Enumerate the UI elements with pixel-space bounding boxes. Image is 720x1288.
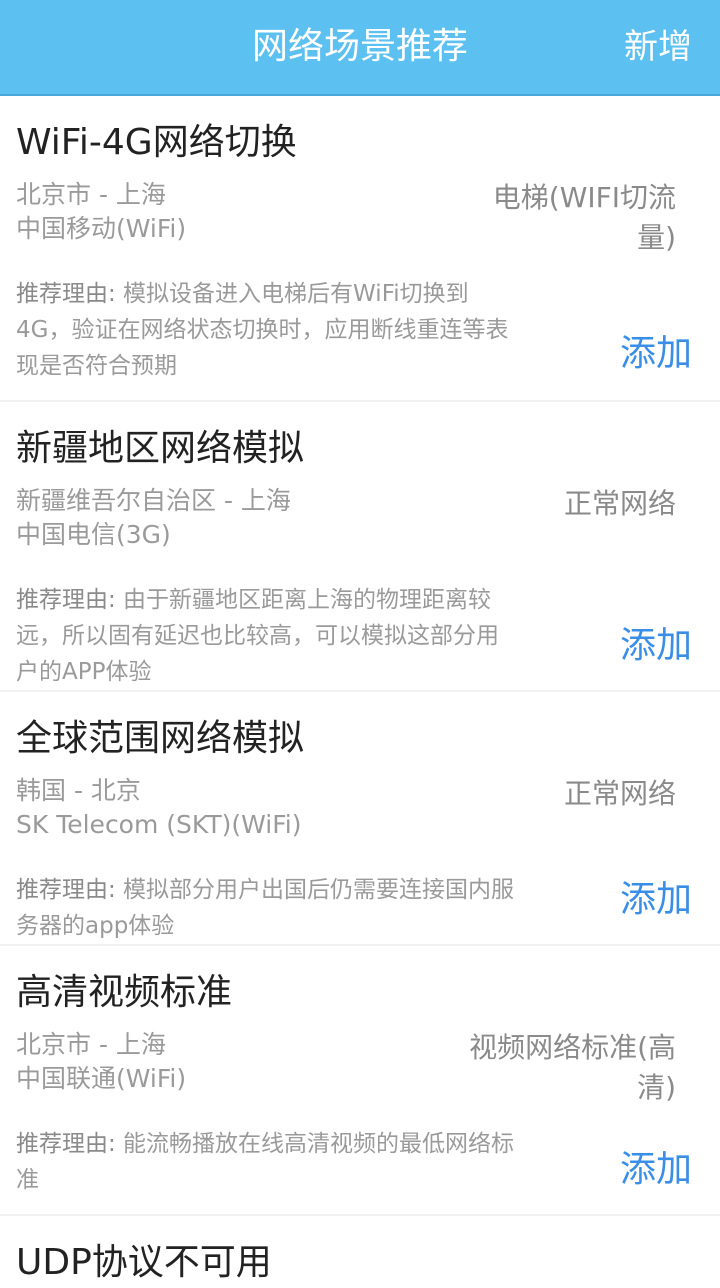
scenario-route: 韩国 - 北京 bbox=[16, 776, 141, 805]
scenario-carrier: 中国移动(WiFi) bbox=[16, 214, 187, 243]
reason-label: 推荐理由: bbox=[16, 281, 116, 307]
scenario-item: 高清视频标准 北京市 - 上海 中国联通(WiFi) 视频网络标准(高清) 推荐… bbox=[0, 946, 720, 1216]
scenario-reason: 推荐理由: 模拟部分用户出国后仍需要连接国内服务器的app体验 bbox=[16, 872, 516, 944]
scenario-carrier: 中国电信(3G) bbox=[16, 520, 171, 549]
add-button[interactable]: 添加 bbox=[620, 330, 692, 378]
scenario-reason: 推荐理由: 由于新疆地区距离上海的物理距离较远，所以固有延迟也比较高，可以模拟这… bbox=[16, 582, 516, 690]
scenario-title: WiFi-4G网络切换 bbox=[16, 122, 297, 163]
scenario-title: 全球范围网络模拟 bbox=[16, 718, 305, 759]
scenario-route: 北京市 - 上海 bbox=[16, 1030, 166, 1059]
scenario-item: 全球范围网络模拟 韩国 - 北京 SK Telecom (SKT)(WiFi) … bbox=[0, 692, 720, 946]
reason-label: 推荐理由: bbox=[16, 877, 116, 903]
add-button[interactable]: 添加 bbox=[620, 622, 692, 670]
scenario-route: 北京市 - 上海 bbox=[16, 180, 166, 209]
scenario-item: 新疆地区网络模拟 新疆维吾尔自治区 - 上海 中国电信(3G) 正常网络 推荐理… bbox=[0, 402, 720, 692]
scenario-title: UDP协议不可用 bbox=[16, 1242, 272, 1283]
scenario-network-type: 电梯(WIFI切流量) bbox=[492, 181, 676, 254]
scenario-route: 新疆维吾尔自治区 - 上海 bbox=[16, 486, 291, 515]
scenario-item: WiFi-4G网络切换 北京市 - 上海 中国移动(WiFi) 电梯(WIFI切… bbox=[0, 96, 720, 402]
reason-label: 推荐理由: bbox=[16, 1131, 116, 1157]
scenario-list: WiFi-4G网络切换 北京市 - 上海 中国移动(WiFi) 电梯(WIFI切… bbox=[0, 96, 720, 1283]
scenario-item: UDP协议不可用 bbox=[0, 1216, 720, 1283]
scenario-title: 高清视频标准 bbox=[16, 972, 233, 1013]
scenario-reason: 推荐理由: 模拟设备进入电梯后有WiFi切换到4G，验证在网络状态切换时，应用断… bbox=[16, 276, 516, 384]
reason-label: 推荐理由: bbox=[16, 587, 116, 613]
page-title: 网络场景推荐 bbox=[251, 26, 468, 67]
add-button[interactable]: 添加 bbox=[620, 1146, 692, 1194]
scenario-network-type: 视频网络标准(高清) bbox=[469, 1031, 676, 1104]
add-button[interactable]: 添加 bbox=[620, 876, 692, 924]
scenario-title: 新疆地区网络模拟 bbox=[16, 428, 305, 469]
scenario-reason: 推荐理由: 能流畅播放在线高清视频的最低网络标准 bbox=[16, 1126, 516, 1198]
scenario-network-type: 正常网络 bbox=[563, 777, 676, 810]
scenario-carrier: 中国联通(WiFi) bbox=[16, 1064, 187, 1093]
scenario-carrier: SK Telecom (SKT)(WiFi) bbox=[16, 810, 302, 839]
add-new-button[interactable]: 新增 bbox=[624, 24, 692, 70]
scenario-network-type: 正常网络 bbox=[563, 487, 676, 520]
navigation-bar: 网络场景推荐 新增 bbox=[0, 0, 720, 96]
